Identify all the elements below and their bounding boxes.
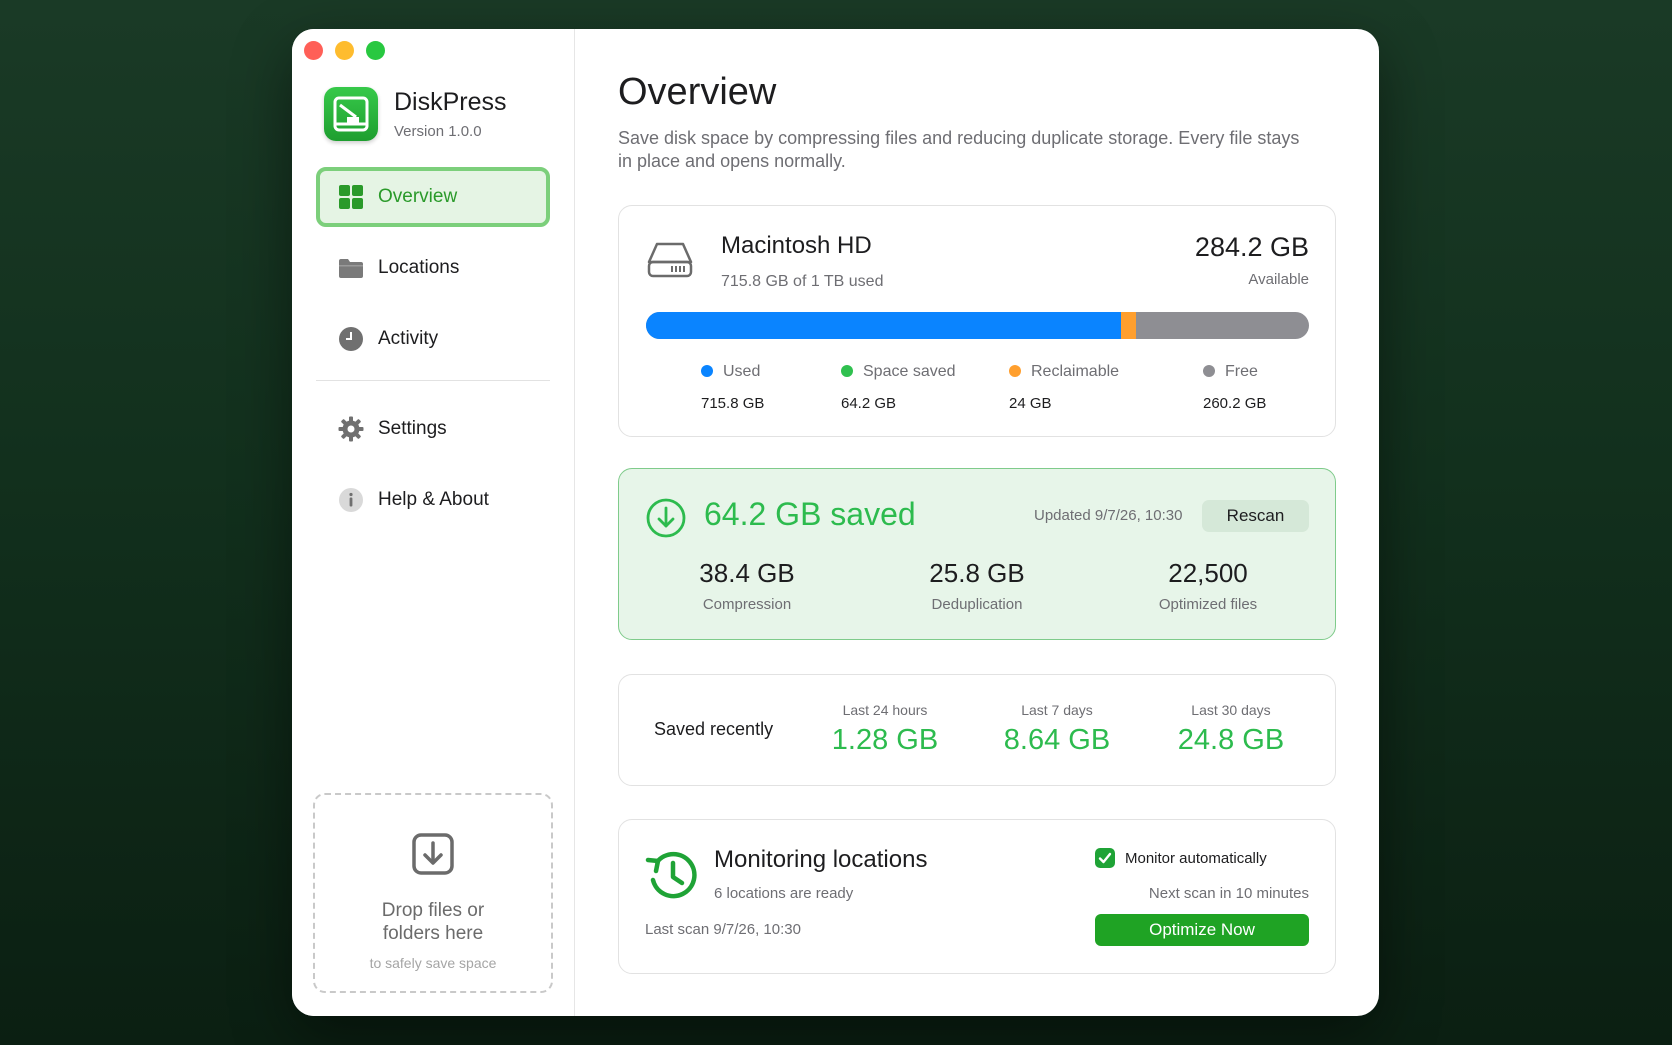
recent-value: 8.64 GB: [1003, 724, 1111, 756]
monitoring-subtitle: 6 locations are ready: [714, 885, 854, 902]
download-icon: [412, 833, 454, 875]
legend-dot: [1009, 365, 1021, 377]
disk-legend: Used 715.8 GB Space saved 64.2 GB Reclai…: [619, 363, 1335, 423]
window-controls: [304, 41, 385, 60]
optimize-now-button[interactable]: Optimize Now: [1095, 914, 1309, 946]
recent-value: 1.28 GB: [831, 724, 939, 756]
recent-24h: Last 24 hours 1.28 GB: [815, 702, 955, 757]
app-name: DiskPress: [394, 88, 507, 116]
sidebar-item-help[interactable]: Help & About: [316, 470, 550, 530]
saved-recently-title: Saved recently: [654, 719, 774, 739]
disk-bar-reclaimable-segment: [1120, 312, 1137, 339]
recent-7d: Last 7 days 8.64 GB: [987, 702, 1127, 757]
recent-30d: Last 30 days 24.8 GB: [1161, 702, 1301, 757]
sidebar-nav: Overview Locations Activity Settings Hel…: [316, 167, 550, 541]
stat-deduplication: 25.8 GB Deduplication: [887, 558, 1067, 613]
zoom-window-button[interactable]: [366, 41, 385, 60]
rescan-button[interactable]: Rescan: [1202, 500, 1309, 532]
disk-usage-text: 715.8 GB of 1 TB used: [721, 273, 884, 290]
recent-label: Last 30 days: [1191, 702, 1271, 718]
recent-label: Last 7 days: [1021, 702, 1093, 718]
sidebar-divider: [316, 380, 550, 381]
recent-label: Last 24 hours: [842, 702, 928, 718]
sidebar-item-overview[interactable]: Overview: [316, 167, 550, 227]
disk-available-value: 284.2 GB: [1194, 232, 1309, 262]
stat-label: Compression: [702, 596, 792, 613]
legend-dot: [701, 365, 713, 377]
legend-dot: [1203, 365, 1215, 377]
app-icon: [324, 87, 378, 141]
drop-zone[interactable]: Drop files or folders here to safely sav…: [313, 793, 553, 993]
app-header: DiskPress Version 1.0.0: [324, 87, 507, 141]
last-scan: Last scan 9/7/26, 10:30: [645, 921, 801, 938]
stat-value: 38.4 GB: [699, 558, 795, 588]
savings-card: 64.2 GB saved Updated 9/7/26, 10:30 Resc…: [618, 468, 1336, 640]
minimize-window-button[interactable]: [335, 41, 354, 60]
next-scan: Next scan in 10 minutes: [1148, 885, 1309, 902]
disk-usage-bar: [646, 312, 1309, 339]
legend-used: Used 715.8 GB: [701, 363, 765, 412]
app-window: DiskPress Version 1.0.0 Overview Locatio…: [292, 29, 1379, 1016]
stat-compression: 38.4 GB Compression: [657, 558, 837, 613]
sidebar: DiskPress Version 1.0.0 Overview Locatio…: [292, 29, 575, 1016]
stat-label: Optimized files: [1158, 596, 1258, 613]
drop-zone-subtitle: to safely save space: [369, 955, 497, 971]
legend-free: Free 260.2 GB: [1203, 363, 1267, 412]
monitoring-card: Monitoring locations 6 locations are rea…: [618, 819, 1336, 974]
disk-card: Macintosh HD 715.8 GB of 1 TB used 284.2…: [618, 205, 1336, 437]
main-content: Overview Save disk space by compressing …: [575, 29, 1379, 1016]
savings-updated: Updated 9/7/26, 10:30: [1034, 507, 1183, 524]
sidebar-item-label: Locations: [378, 257, 460, 278]
sidebar-item-label: Help & About: [378, 489, 489, 510]
legend-reclaimable: Reclaimable 24 GB: [1009, 363, 1120, 412]
sidebar-item-settings[interactable]: Settings: [316, 399, 550, 459]
close-window-button[interactable]: [304, 41, 323, 60]
stat-value: 25.8 GB: [929, 558, 1025, 588]
drop-zone-title: Drop files or folders here: [381, 900, 485, 944]
recent-value: 24.8 GB: [1177, 724, 1285, 756]
legend-space-saved-value: 64.2 GB: [841, 395, 897, 412]
history-clock-icon: [645, 848, 701, 909]
download-circle-icon: [646, 498, 686, 543]
app-version: Version 1.0.0: [394, 123, 482, 140]
grid-icon: [338, 184, 364, 210]
disk-name: Macintosh HD: [721, 232, 872, 259]
hard-drive-icon: [647, 240, 693, 285]
sidebar-item-label: Activity: [378, 328, 439, 349]
sidebar-item-locations[interactable]: Locations: [316, 238, 550, 298]
page-title: Overview: [618, 71, 777, 113]
stat-value: 22,500: [1168, 558, 1248, 588]
monitoring-title: Monitoring locations: [714, 846, 928, 873]
saved-recently-card: Saved recently Last 24 hours 1.28 GB Las…: [618, 674, 1336, 786]
page-description: Save disk space by compressing files and…: [618, 128, 1300, 171]
gear-icon: [338, 416, 364, 442]
legend-used-value: 715.8 GB: [701, 395, 765, 412]
legend-reclaimable-value: 24 GB: [1009, 395, 1052, 412]
sidebar-item-activity[interactable]: Activity: [316, 309, 550, 369]
checkbox-checked[interactable]: [1095, 848, 1115, 868]
info-icon: [338, 487, 364, 513]
sidebar-item-label: Overview: [378, 186, 458, 207]
legend-space-saved: Space saved 64.2 GB: [841, 363, 956, 412]
sidebar-item-label: Settings: [378, 418, 447, 439]
disk-bar-used-segment: [646, 312, 1121, 339]
clock-icon: [338, 326, 364, 352]
stat-optimized-files: 22,500 Optimized files: [1118, 558, 1298, 613]
monitor-automatically-label: Monitor automatically: [1125, 849, 1267, 867]
legend-free-value: 260.2 GB: [1203, 395, 1267, 412]
stat-label: Deduplication: [931, 596, 1023, 613]
monitor-automatically-toggle[interactable]: Monitor automatically: [1095, 848, 1267, 868]
legend-dot: [841, 365, 853, 377]
folder-icon: [338, 255, 364, 281]
disk-available-label: Available: [1248, 271, 1309, 288]
savings-total: 64.2 GB saved: [704, 496, 916, 532]
